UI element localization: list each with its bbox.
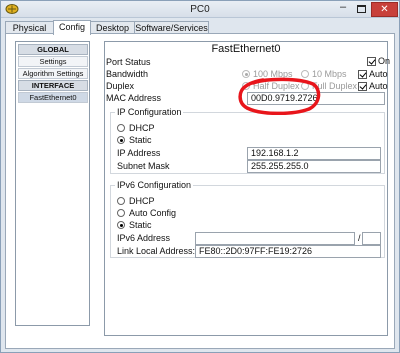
config-content: GLOBAL Settings Algorithm Settings INTER… <box>5 33 395 349</box>
ipv6-auto-config-radio[interactable] <box>117 209 125 217</box>
sidebar-header-global: GLOBAL <box>18 44 88 55</box>
ipv6-auto-config-label: Auto Config <box>129 208 177 218</box>
bandwidth-10-radio[interactable] <box>301 70 309 78</box>
sidebar: GLOBAL Settings Algorithm Settings INTER… <box>15 41 90 326</box>
link-local-address-label: Link Local Address: <box>117 246 196 256</box>
ip-address-label: IP Address <box>117 148 161 158</box>
port-status-on-label: On <box>378 56 391 66</box>
ipv6-dhcp-radio[interactable] <box>117 197 125 205</box>
ip-configuration-title: IP Configuration <box>115 107 184 117</box>
bandwidth-100-radio[interactable] <box>242 70 250 78</box>
ipv4-dhcp-label: DHCP <box>129 123 155 133</box>
ipv6-static-radio[interactable] <box>117 221 125 229</box>
sidebar-header-interface: INTERFACE <box>18 80 88 91</box>
sidebar-item-settings[interactable]: Settings <box>18 56 88 67</box>
port-status-on-checkbox[interactable] <box>367 57 376 66</box>
ipv6-configuration-title: IPv6 Configuration <box>115 180 194 190</box>
maximize-button[interactable] <box>353 3 369 16</box>
panel-title: FastEthernet0 <box>211 43 281 55</box>
ipv6-dhcp-label: DHCP <box>129 196 155 206</box>
ipv6-address-input[interactable] <box>195 232 355 245</box>
title-bar: PC0 – ✕ <box>1 1 399 18</box>
ipv4-static-radio[interactable] <box>117 136 125 144</box>
mac-address-input[interactable]: 00D0.9719.2726 <box>247 92 385 105</box>
duplex-full-label: Full Duplex <box>312 81 358 91</box>
port-status-label: Port Status <box>106 57 151 67</box>
duplex-half-label: Half Duplex <box>253 81 300 91</box>
subnet-mask-label: Subnet Mask <box>117 161 170 171</box>
bandwidth-auto-label: Auto <box>369 69 388 79</box>
ipv6-prefix-separator: / <box>358 233 361 243</box>
ipv6-static-label: Static <box>129 220 152 230</box>
subnet-mask-input[interactable]: 255.255.255.0 <box>247 160 381 173</box>
maximize-icon <box>357 5 366 13</box>
bandwidth-10-label: 10 Mbps <box>312 69 347 79</box>
mac-address-label: MAC Address <box>106 93 162 103</box>
ip-address-input[interactable]: 192.168.1.2 <box>247 147 381 160</box>
minimize-button[interactable]: – <box>335 2 351 16</box>
duplex-half-radio[interactable] <box>242 82 250 90</box>
ipv6-prefix-input[interactable] <box>362 232 381 245</box>
ipv4-static-label: Static <box>129 135 152 145</box>
duplex-full-radio[interactable] <box>301 82 309 90</box>
bandwidth-100-label: 100 Mbps <box>253 69 293 79</box>
duplex-label: Duplex <box>106 81 135 91</box>
ipv4-dhcp-radio[interactable] <box>117 124 125 132</box>
link-local-address-field: FE80::2D0:97FF:FE19:2726 <box>195 245 381 258</box>
bandwidth-auto-checkbox[interactable] <box>358 70 367 79</box>
bandwidth-label: Bandwidth <box>106 69 149 79</box>
pc-config-window: PC0 – ✕ Physical Config Desktop Software… <box>0 0 400 353</box>
sidebar-item-algorithm-settings[interactable]: Algorithm Settings <box>18 68 88 79</box>
interface-panel: FastEthernet0 Port Status On Bandwidth 1… <box>104 41 391 336</box>
duplex-auto-checkbox[interactable] <box>358 82 367 91</box>
tab-config[interactable]: Config <box>53 20 91 35</box>
duplex-auto-label: Auto <box>369 81 388 91</box>
ipv6-address-label: IPv6 Address <box>117 233 171 243</box>
close-button[interactable]: ✕ <box>371 2 398 17</box>
sidebar-item-fastethernet0[interactable]: FastEthernet0 <box>18 92 88 103</box>
